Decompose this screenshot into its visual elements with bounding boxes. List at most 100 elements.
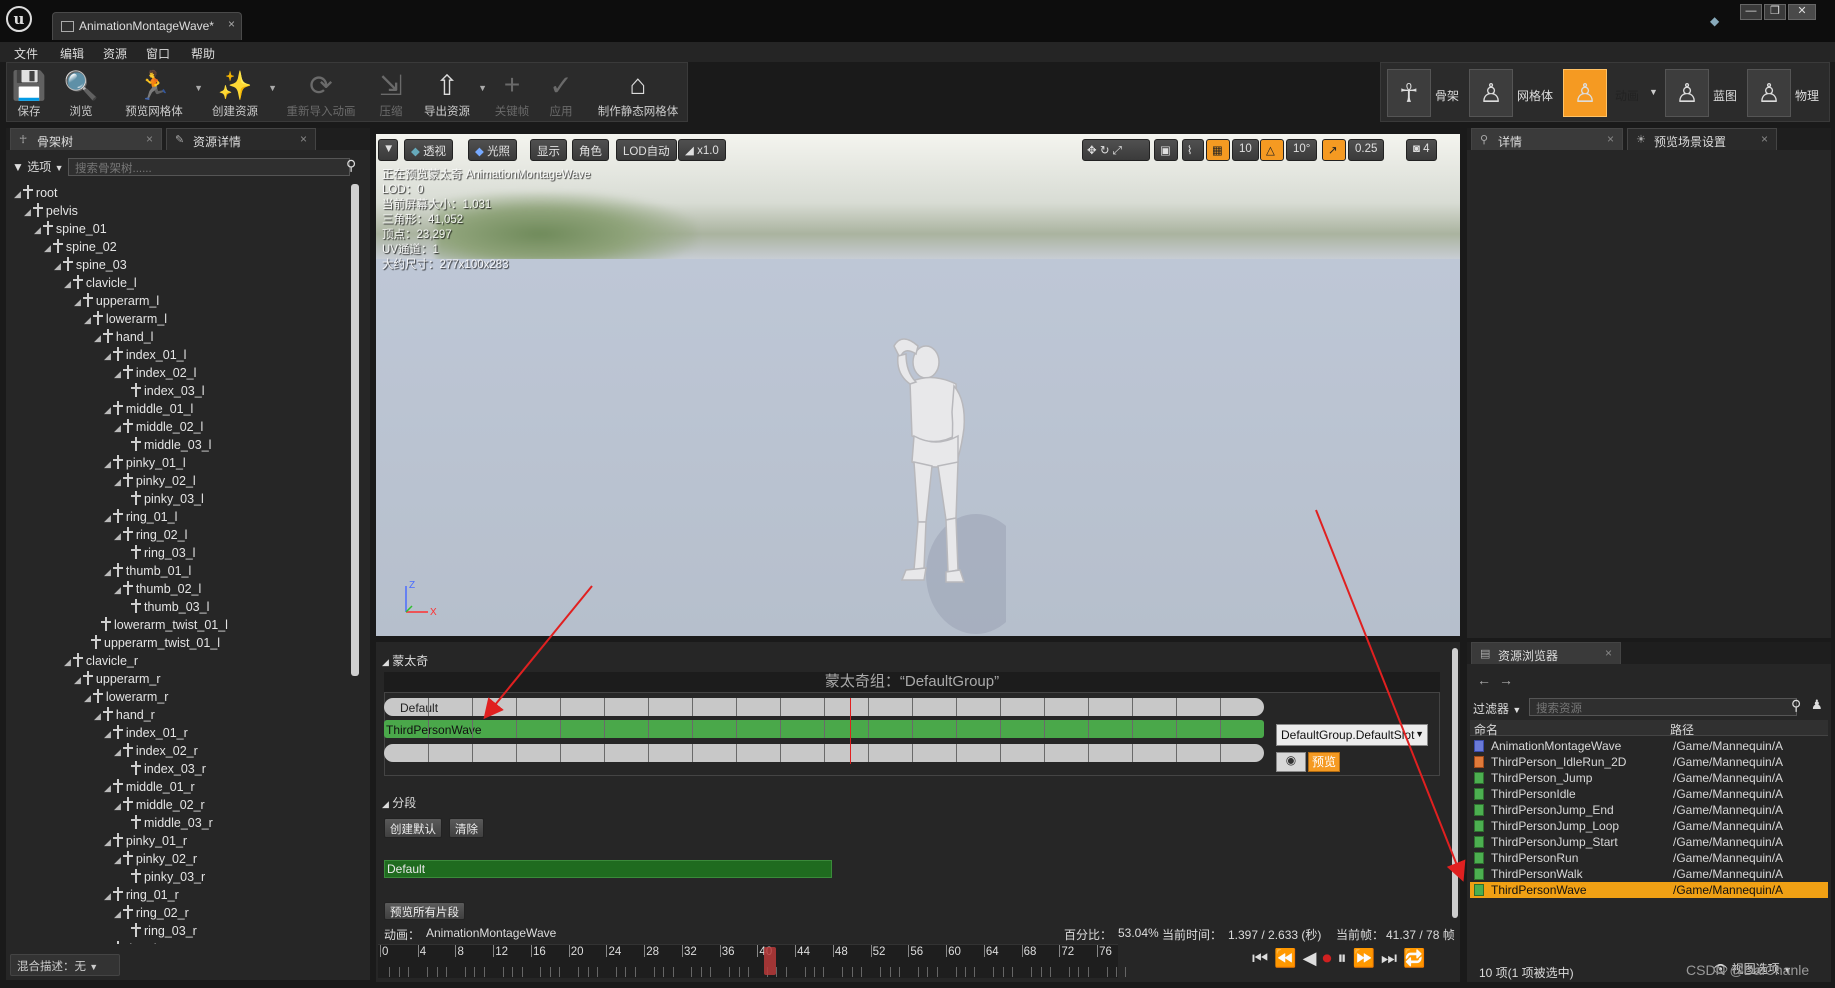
- skip-to-start-icon[interactable]: ⏮: [1252, 948, 1274, 968]
- close-tab-icon[interactable]: ×: [300, 132, 307, 146]
- asset-list-item[interactable]: ThirdPerson_Jump/Game/Mannequin/A: [1470, 770, 1828, 786]
- reimport-button[interactable]: ⟳ 重新导入动画: [281, 67, 361, 119]
- bone-tree-item[interactable]: middle_03_l: [124, 436, 211, 455]
- bone-tree-item[interactable]: ◢ spine_02: [44, 238, 117, 257]
- expand-arrow-icon[interactable]: ◢: [104, 837, 111, 847]
- expand-arrow-icon[interactable]: ◢: [84, 693, 91, 703]
- skip-to-end-icon[interactable]: ⏭: [1381, 948, 1403, 968]
- bone-tree-item[interactable]: ◢ middle_01_r: [104, 778, 195, 797]
- tab-details[interactable]: ⚲ 详情 ×: [1471, 128, 1623, 150]
- column-path-header[interactable]: 路径: [1670, 721, 1694, 738]
- column-name-header[interactable]: 命名: [1474, 721, 1498, 738]
- bone-tree-item[interactable]: ◢ ring_01_r: [104, 886, 179, 905]
- camera-speed-button[interactable]: ◙ 4: [1406, 139, 1437, 161]
- anim-segment-track[interactable]: ThirdPersonWave: [384, 720, 1264, 738]
- make-static-mesh-button[interactable]: ⌂ 制作静态网格体: [593, 67, 683, 119]
- timeline-playhead[interactable]: [764, 947, 777, 975]
- bone-tree-item[interactable]: pinky_03_l: [124, 490, 204, 509]
- close-button[interactable]: ✕: [1788, 4, 1816, 20]
- bone-tree-item[interactable]: ◢ clavicle_r: [64, 652, 138, 671]
- asset-search-input[interactable]: 搜索资源: [1529, 698, 1797, 716]
- bone-tree-item[interactable]: index_03_l: [124, 382, 204, 401]
- bone-tree-item[interactable]: ◢ lowerarm_r: [84, 688, 168, 707]
- bone-tree-item[interactable]: ring_03_r: [124, 922, 197, 941]
- bone-tree-item[interactable]: ◢ thumb_02_l: [114, 580, 201, 599]
- bone-tree-item[interactable]: ◢ index_01_l: [104, 346, 186, 365]
- loop-icon[interactable]: 🔁: [1403, 948, 1431, 968]
- asset-list-item[interactable]: ThirdPersonJump_End/Game/Mannequin/A: [1470, 802, 1828, 818]
- close-tab-icon[interactable]: ×: [1605, 646, 1612, 660]
- tab-asset-browser[interactable]: ▤ 资源浏览器 ×: [1471, 642, 1621, 664]
- asset-list-item[interactable]: AnimationMontageWave/Game/Mannequin/A: [1470, 738, 1828, 754]
- expand-arrow-icon[interactable]: ◢: [114, 585, 121, 595]
- bone-tree-item[interactable]: ◢ middle_02_r: [114, 796, 205, 815]
- bone-tree-item[interactable]: ◢ index_02_r: [114, 742, 198, 761]
- search-icon[interactable]: ⚲: [346, 157, 356, 174]
- search-icon[interactable]: ⚲: [1791, 697, 1801, 714]
- show-button[interactable]: 显示: [530, 139, 567, 161]
- expand-arrow-icon[interactable]: ◢: [74, 675, 81, 685]
- tab-skeleton-tree[interactable]: ☥ 骨架树 ×: [10, 128, 162, 150]
- chevron-down-icon[interactable]: ▼: [268, 83, 277, 93]
- bone-tree-item[interactable]: ◢ pinky_01_r: [104, 832, 187, 851]
- expand-arrow-icon[interactable]: ◢: [44, 243, 51, 253]
- expand-arrow-icon[interactable]: ◢: [114, 801, 121, 811]
- bone-tree-item[interactable]: ◢ hand_l: [94, 328, 153, 347]
- scale-snap-value[interactable]: 0.25: [1348, 139, 1385, 161]
- expand-arrow-icon[interactable]: ◢: [14, 189, 21, 199]
- bone-tree-item[interactable]: ◢ pinky_01_l: [104, 454, 186, 473]
- expand-arrow-icon[interactable]: ◢: [104, 783, 111, 793]
- viewport-menu-button[interactable]: ▼: [378, 139, 398, 161]
- clear-button[interactable]: 清除: [449, 818, 484, 838]
- preview-slot-icon-button[interactable]: ◉: [1276, 752, 1306, 772]
- section-montage-header[interactable]: ◢ 蒙太奇: [382, 652, 428, 669]
- record-icon[interactable]: ⏺: [1322, 948, 1337, 968]
- asset-list-item[interactable]: ThirdPersonWave/Game/Mannequin/A: [1470, 882, 1828, 898]
- key-button[interactable]: + 关键帧: [489, 67, 535, 119]
- blend-profile-dropdown[interactable]: 混合描述：无 ▼: [10, 954, 120, 976]
- scale-snap-toggle[interactable]: ↗: [1322, 139, 1346, 161]
- menu-window[interactable]: 窗口: [146, 45, 170, 62]
- back-arrow-icon[interactable]: ←: [1477, 672, 1491, 688]
- bone-tree-item[interactable]: pinky_03_r: [124, 868, 205, 887]
- bone-tree-item[interactable]: ◢ ring_02_l: [114, 526, 187, 545]
- bone-tree-item[interactable]: ◢ spine_01: [34, 220, 107, 239]
- expand-arrow-icon[interactable]: ◢: [24, 207, 31, 217]
- grid-snap-toggle[interactable]: ▦: [1206, 139, 1230, 161]
- playback-speed-button[interactable]: ◢ x1.0: [678, 139, 726, 161]
- section-default-track[interactable]: Default: [384, 860, 832, 878]
- forward-arrow-icon[interactable]: →: [1499, 672, 1513, 688]
- export-asset-button[interactable]: ⇧ 导出资源 ▼: [417, 67, 487, 119]
- expand-arrow-icon[interactable]: ◢: [114, 531, 121, 541]
- menu-asset[interactable]: 资源: [103, 45, 127, 62]
- minimize-button[interactable]: —: [1740, 4, 1762, 20]
- maximize-button[interactable]: ❐: [1764, 4, 1786, 20]
- lit-button[interactable]: ◆ 光照: [468, 139, 518, 161]
- compress-button[interactable]: ⇲ 压缩: [369, 67, 413, 119]
- expand-arrow-icon[interactable]: ◢: [54, 261, 61, 271]
- bone-tree-item[interactable]: ◢ upperarm_l: [74, 292, 159, 311]
- expand-arrow-icon[interactable]: ◢: [114, 909, 121, 919]
- bone-tree-item[interactable]: ◢ pinky_02_r: [114, 850, 197, 869]
- options-dropdown[interactable]: ▼ 选项 ▼: [12, 158, 64, 175]
- preview-mesh-button[interactable]: 🏃 预览网格体 ▼: [115, 67, 203, 119]
- preview-viewport[interactable]: ▼ ◆ 透视 ◆ 光照 显示 角色 LOD自动 ◢ x1.0 ✥ ↻ ⤢ ▣ ⌇…: [376, 134, 1460, 636]
- feedback-icon[interactable]: ◆: [1710, 14, 1726, 28]
- rotation-snap-value[interactable]: 10°: [1286, 139, 1318, 161]
- bone-tree-item[interactable]: ◢ lowerarm_l: [84, 310, 167, 329]
- skeleton-search-input[interactable]: 搜索骨架树......: [68, 158, 350, 176]
- bone-tree-item[interactable]: lowerarm_twist_01_l: [94, 616, 228, 635]
- expand-arrow-icon[interactable]: ◢: [114, 855, 121, 865]
- animation-mode-button[interactable]: ♙: [1563, 69, 1607, 117]
- section-sections-header[interactable]: ◢ 分段: [382, 794, 416, 811]
- bone-tree-item[interactable]: ◢ hand_r: [94, 706, 155, 725]
- bone-tree-item[interactable]: ◢ ring_02_r: [114, 904, 189, 923]
- expand-arrow-icon[interactable]: ◢: [114, 477, 121, 487]
- bone-tree-item[interactable]: ◢ clavicle_l: [64, 274, 137, 293]
- lod-button[interactable]: LOD自动: [616, 139, 677, 161]
- skeleton-mode-button[interactable]: ☥: [1387, 69, 1431, 117]
- character-button[interactable]: 角色: [572, 139, 609, 161]
- asset-list-item[interactable]: ThirdPerson_IdleRun_2D/Game/Mannequin/A: [1470, 754, 1828, 770]
- filters-dropdown[interactable]: 过滤器 ▼: [1473, 700, 1521, 717]
- expand-arrow-icon[interactable]: ◢: [114, 747, 121, 757]
